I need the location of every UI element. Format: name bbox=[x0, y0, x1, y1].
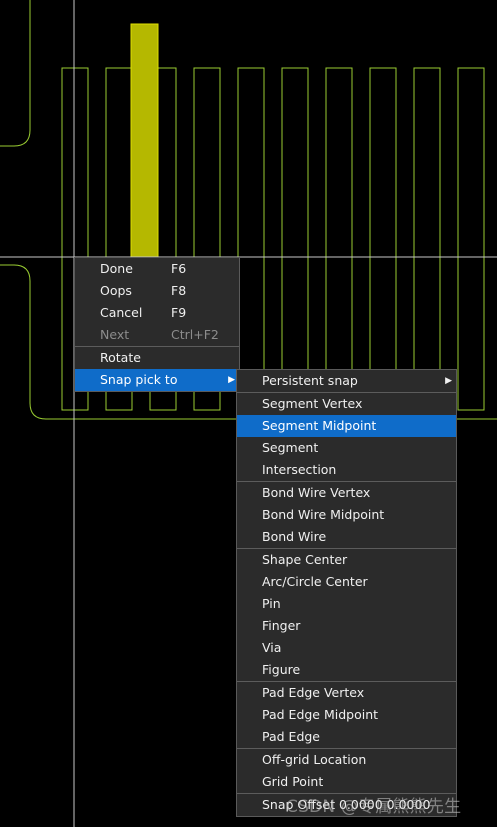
snap-submenu: Persistent snap ▶ Segment Vertex Segment… bbox=[236, 369, 457, 817]
menu-item-pin[interactable]: Pin bbox=[237, 593, 456, 615]
menu-item-grid-point[interactable]: Grid Point bbox=[237, 771, 456, 793]
menu-item-intersection[interactable]: Intersection bbox=[237, 459, 456, 481]
watermark: CSDN @专属熊熊先生 bbox=[286, 797, 462, 817]
submenu-arrow-icon: ▶ bbox=[228, 375, 235, 385]
menu-item-segment-vertex[interactable]: Segment Vertex bbox=[237, 393, 456, 415]
menu-item-label: Segment bbox=[262, 440, 319, 455]
menu-item-segment[interactable]: Segment bbox=[237, 437, 456, 459]
menu-item-label: Arc/Circle Center bbox=[262, 574, 368, 589]
menu-item-shortcut: F8 bbox=[171, 283, 187, 298]
menu-item-label: Segment Vertex bbox=[262, 396, 363, 411]
menu-item-shape-center[interactable]: Shape Center bbox=[237, 549, 456, 571]
menu-item-pad-edge[interactable]: Pad Edge bbox=[237, 726, 456, 748]
menu-item-finger[interactable]: Finger bbox=[237, 615, 456, 637]
menu-item-snap-pick-to[interactable]: Snap pick to ▶ bbox=[75, 369, 239, 391]
menu-item-label: Oops bbox=[100, 283, 132, 298]
pad bbox=[325, 67, 353, 411]
menu-item-label: Pad Edge bbox=[262, 729, 321, 744]
pad bbox=[237, 67, 265, 411]
pad bbox=[281, 67, 309, 411]
menu-item-label: Snap pick to bbox=[100, 372, 178, 387]
menu-item-shortcut: F6 bbox=[171, 261, 187, 276]
menu-item-label: Pin bbox=[262, 596, 281, 611]
menu-item-label: Done bbox=[100, 261, 133, 276]
board-outline-upper bbox=[0, 0, 31, 147]
menu-item-segment-midpoint[interactable]: Segment Midpoint bbox=[237, 415, 456, 437]
menu-item-label: Shape Center bbox=[262, 552, 348, 567]
menu-item-label: Next bbox=[100, 327, 130, 342]
menu-item-bond-wire-vertex[interactable]: Bond Wire Vertex bbox=[237, 482, 456, 504]
menu-item-label: Via bbox=[262, 640, 282, 655]
menu-item-arc-circle-center[interactable]: Arc/Circle Center bbox=[237, 571, 456, 593]
menu-item-label: Off-grid Location bbox=[262, 752, 367, 767]
menu-item-persistent-snap[interactable]: Persistent snap ▶ bbox=[237, 370, 456, 392]
menu-item-via[interactable]: Via bbox=[237, 637, 456, 659]
menu-item-shortcut: Ctrl+F2 bbox=[171, 327, 219, 342]
menu-item-off-grid-location[interactable]: Off-grid Location bbox=[237, 749, 456, 771]
context-menu: Done F6 Oops F8 Cancel F9 Next Ctrl+F2 R… bbox=[74, 257, 240, 392]
menu-item-label: Rotate bbox=[100, 350, 141, 365]
menu-item-label: Bond Wire Midpoint bbox=[262, 507, 385, 522]
menu-item-done[interactable]: Done F6 bbox=[75, 258, 239, 280]
pad bbox=[413, 67, 441, 411]
menu-item-cancel[interactable]: Cancel F9 bbox=[75, 302, 239, 324]
menu-item-pad-edge-midpoint[interactable]: Pad Edge Midpoint bbox=[237, 704, 456, 726]
menu-item-label: Intersection bbox=[262, 462, 337, 477]
pad bbox=[457, 67, 485, 411]
menu-item-label: Pad Edge Midpoint bbox=[262, 707, 379, 722]
menu-item-label: Grid Point bbox=[262, 774, 324, 789]
menu-item-label: Segment Midpoint bbox=[262, 418, 377, 433]
pad bbox=[369, 67, 397, 411]
menu-item-figure[interactable]: Figure bbox=[237, 659, 456, 681]
menu-item-label: Bond Wire bbox=[262, 529, 327, 544]
menu-item-next: Next Ctrl+F2 bbox=[75, 324, 239, 346]
menu-item-oops[interactable]: Oops F8 bbox=[75, 280, 239, 302]
menu-item-bond-wire[interactable]: Bond Wire bbox=[237, 526, 456, 548]
menu-item-label: Persistent snap bbox=[262, 373, 358, 388]
menu-item-label: Bond Wire Vertex bbox=[262, 485, 371, 500]
menu-item-bond-wire-midpoint[interactable]: Bond Wire Midpoint bbox=[237, 504, 456, 526]
submenu-arrow-icon: ▶ bbox=[445, 376, 452, 386]
menu-item-label: Figure bbox=[262, 662, 301, 677]
menu-item-pad-edge-vertex[interactable]: Pad Edge Vertex bbox=[237, 682, 456, 704]
menu-item-shortcut: F9 bbox=[171, 305, 187, 320]
menu-item-rotate[interactable]: Rotate bbox=[75, 347, 239, 369]
selected-pad bbox=[130, 23, 159, 265]
menu-item-label: Pad Edge Vertex bbox=[262, 685, 365, 700]
menu-item-label: Cancel bbox=[100, 305, 143, 320]
menu-item-label: Finger bbox=[262, 618, 301, 633]
